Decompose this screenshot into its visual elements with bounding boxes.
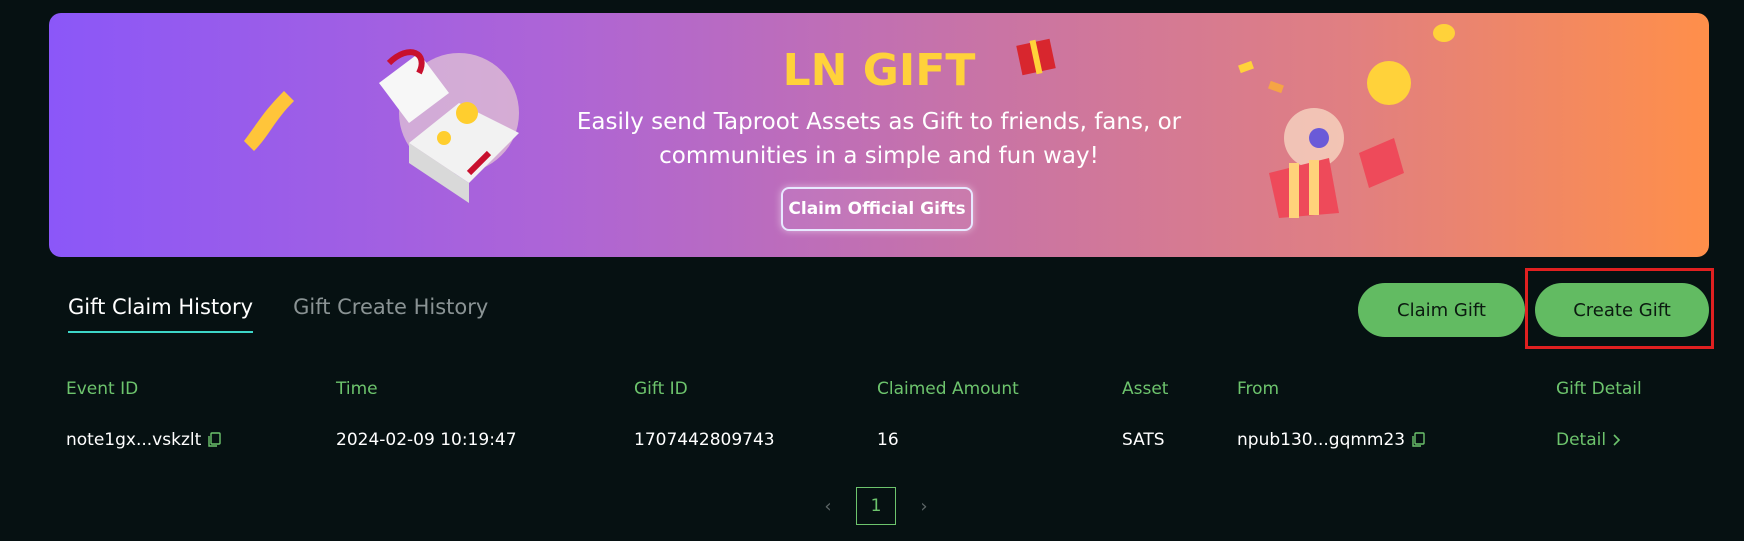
header-gift-id: Gift ID (634, 379, 688, 399)
pagination: ‹ 1 › (808, 487, 944, 525)
detail-label: Detail (1556, 430, 1607, 450)
header-from: From (1237, 379, 1280, 399)
header-time: Time (336, 379, 378, 399)
claim-official-gifts-button[interactable]: Claim Official Gifts (781, 187, 973, 231)
chevron-right-icon (1613, 434, 1621, 446)
copy-icon[interactable] (207, 432, 221, 448)
cell-asset: SATS (1122, 430, 1165, 450)
coin-decoration (1433, 24, 1455, 42)
next-page-button[interactable]: › (904, 496, 944, 517)
detail-link[interactable]: Detail (1556, 430, 1622, 450)
tab-gift-create-history[interactable]: Gift Create History (293, 295, 488, 333)
tab-gift-claim-history[interactable]: Gift Claim History (68, 295, 254, 333)
banner-title: LN GIFT (782, 45, 976, 96)
cell-claimed-amount: 16 (877, 430, 899, 450)
cell-gift-id: 1707442809743 (634, 430, 775, 450)
header-claimed-amount: Claimed Amount (877, 379, 1019, 399)
copy-icon[interactable] (1411, 432, 1425, 448)
banner-subtitle: Easily send Taproot Assets as Gift to fr… (576, 109, 1182, 169)
cell-event-id: note1gx...vskzlt (66, 430, 221, 450)
claim-gift-button[interactable]: Claim Gift (1358, 283, 1525, 337)
header-gift-detail: Gift Detail (1556, 379, 1642, 399)
cell-time: 2024-02-09 10:19:47 (336, 430, 517, 450)
prev-page-button[interactable]: ‹ (808, 496, 848, 517)
cell-from: npub130...gqmm23 (1237, 430, 1425, 450)
page-number-button[interactable]: 1 (856, 487, 896, 525)
promo-banner: LN GIFT Easily send Taproot Assets as Gi… (49, 13, 1709, 257)
header-event-id: Event ID (66, 379, 139, 399)
history-tabs: Gift Claim History Gift Create History (68, 295, 488, 333)
from-value: npub130...gqmm23 (1237, 430, 1406, 450)
highlight-box (1525, 268, 1714, 349)
header-asset: Asset (1122, 379, 1169, 399)
event-id-value: note1gx...vskzlt (66, 430, 202, 450)
